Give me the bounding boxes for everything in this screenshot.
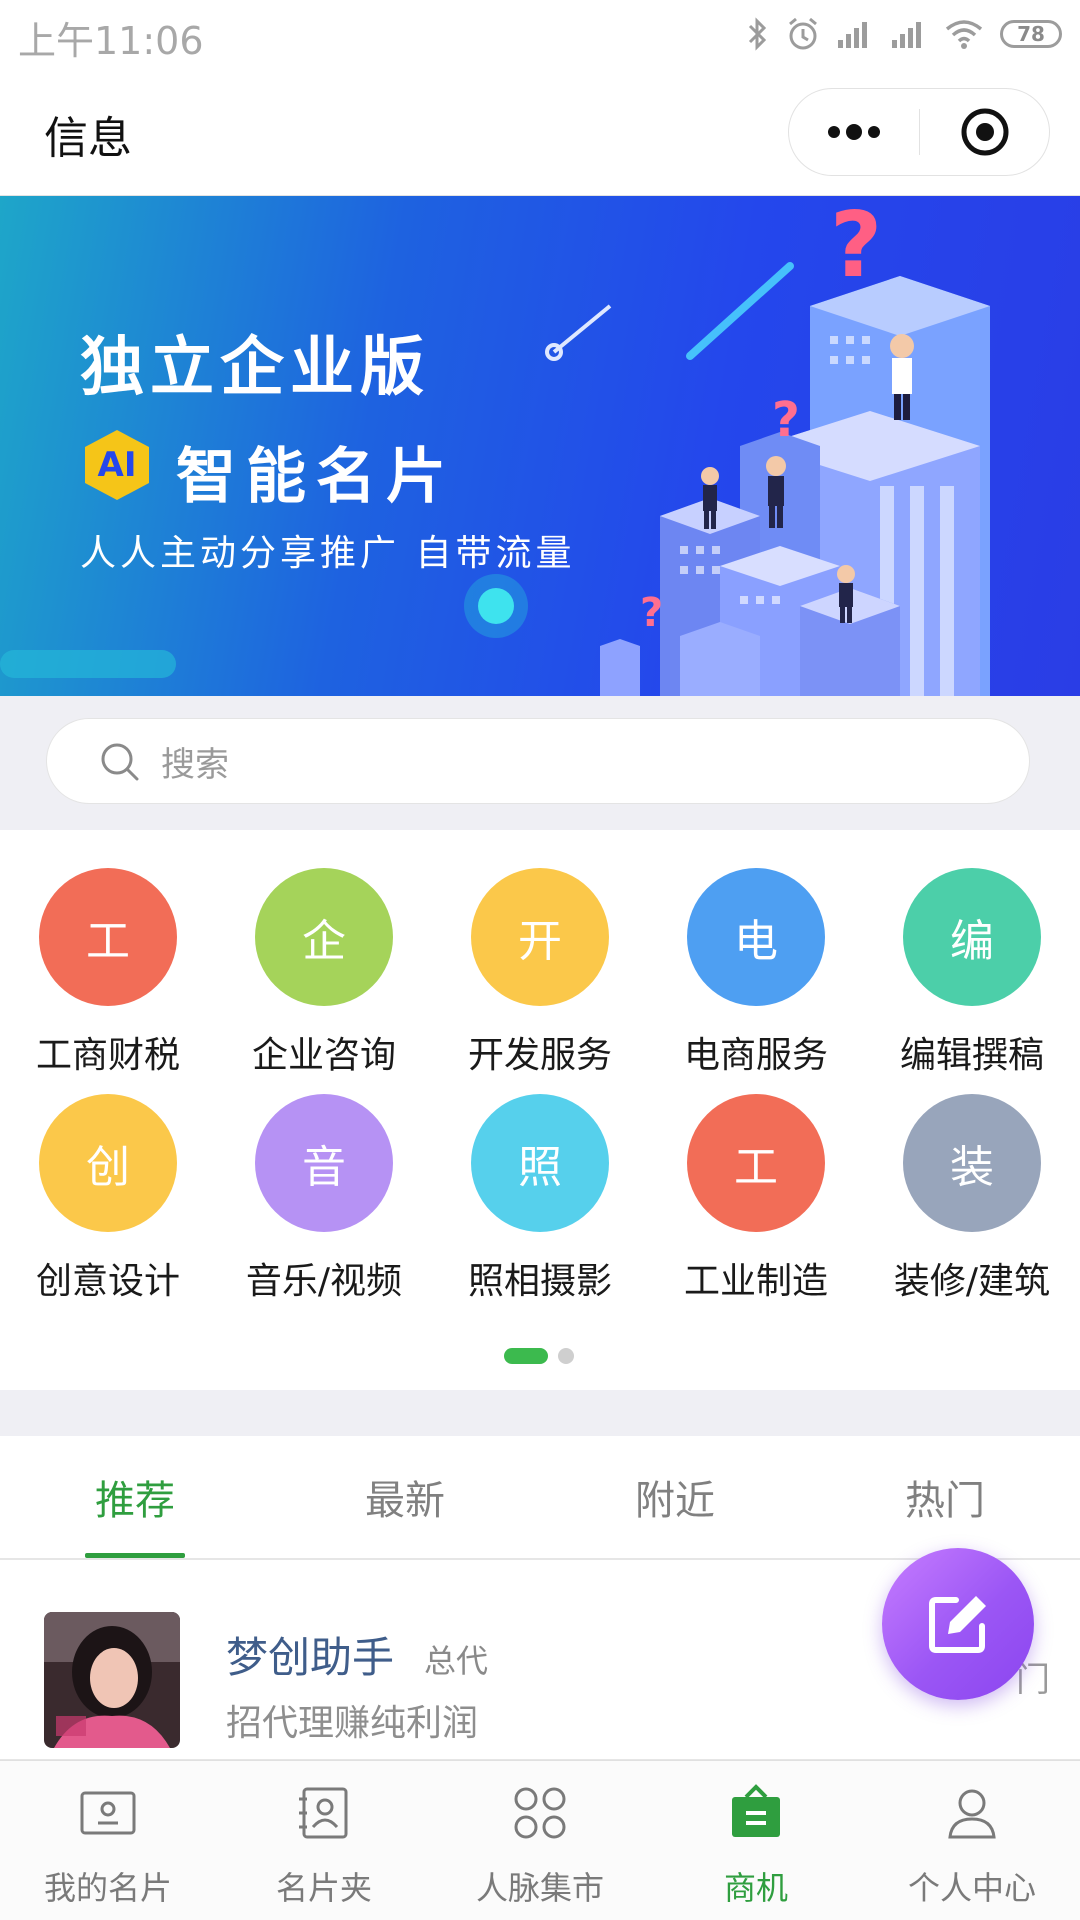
category-label: 工业制造: [683, 1261, 828, 1302]
tab-label: 热门: [905, 1478, 985, 1524]
close-button[interactable]: [920, 89, 1050, 175]
page-title: 信息: [44, 113, 132, 164]
page-dot-active[interactable]: [504, 1348, 548, 1364]
tab-recommend[interactable]: 推荐: [0, 1436, 270, 1558]
category-icon: 音: [255, 1094, 393, 1232]
status-icons: 78: [746, 14, 1062, 54]
category-item[interactable]: 电 电商服务: [648, 830, 864, 1076]
tab-latest[interactable]: 最新: [270, 1436, 540, 1558]
category-item[interactable]: 编 编辑撰稿: [864, 830, 1080, 1076]
category-item[interactable]: 音 音乐/视频: [216, 1056, 432, 1302]
bottom-tab-bar: 我的名片 名片夹 人脉集市 商机 个人中心: [0, 1760, 1080, 1920]
search-placeholder: 搜索: [161, 745, 229, 785]
banner-subtitle: 智能名片: [176, 442, 456, 512]
category-label: 装修/建筑: [893, 1261, 1051, 1302]
contact-role: 总代: [424, 1642, 489, 1680]
nav-label: 商机: [723, 1869, 788, 1907]
nav-business[interactable]: 商机: [648, 1761, 864, 1920]
contact-description: 招代理赚纯利润: [226, 1703, 479, 1744]
nav-label: 名片夹: [275, 1869, 372, 1907]
category-icon: 创: [39, 1094, 177, 1232]
nav-network-market[interactable]: 人脉集市: [432, 1761, 648, 1920]
nav-label: 人脉集市: [475, 1869, 604, 1907]
target-icon: [961, 108, 1009, 156]
search-input[interactable]: 搜索: [46, 718, 1030, 804]
nav-card-holder[interactable]: 名片夹: [216, 1761, 432, 1920]
app-screen: 上午11:06 78 信息 ? ? ? 独立企业版 AI 智能名片 人人主动分享…: [0, 0, 1080, 1920]
nav-label: 我的名片: [43, 1869, 172, 1907]
grid-icon: [514, 1787, 566, 1839]
tab-label: 推荐: [95, 1478, 175, 1524]
contact-name: 梦创助手: [226, 1633, 395, 1682]
wifi-icon: [945, 20, 983, 49]
tab-label: 附近: [635, 1478, 715, 1524]
category-item[interactable]: 工 工商财税: [0, 830, 216, 1076]
category-item[interactable]: 装 装修/建筑: [864, 1056, 1080, 1302]
category-item[interactable]: 创 创意设计: [0, 1056, 216, 1302]
banner-city-illustration: ? ? ?: [0, 196, 990, 696]
category-label: 创意设计: [35, 1261, 180, 1302]
battery-icon: 78: [1000, 20, 1062, 48]
more-icon: [828, 124, 880, 140]
svg-text:?: ?: [640, 590, 663, 636]
page-indicator: [0, 1348, 1080, 1368]
category-item[interactable]: 企 企业咨询: [216, 830, 432, 1076]
banner-title: 独立企业版: [80, 330, 430, 405]
ai-badge-icon: AI: [85, 430, 149, 500]
search-area: 搜索: [0, 696, 1080, 830]
category-item[interactable]: 工 工业制造: [648, 1056, 864, 1302]
signal-icon: [892, 22, 921, 48]
nav-label: 个人中心: [907, 1869, 1036, 1907]
card-icon: [80, 1791, 136, 1835]
category-item[interactable]: 照 照相摄影: [432, 1056, 648, 1302]
tab-nearby[interactable]: 附近: [540, 1436, 810, 1558]
status-bar: 上午11:06 78: [0, 0, 1080, 70]
signal-icon: [838, 22, 867, 48]
avatar-photo: [44, 1612, 180, 1748]
category-icon: 装: [903, 1094, 1041, 1232]
category-label: 照相摄影: [467, 1261, 612, 1302]
nav-profile[interactable]: 个人中心: [864, 1761, 1080, 1920]
svg-text:?: ?: [830, 196, 882, 298]
section-divider: [0, 1390, 1080, 1436]
promo-banner[interactable]: ? ? ? 独立企业版 AI 智能名片 人人主动分享推广 自带流量: [0, 196, 1080, 696]
category-icon: 编: [903, 868, 1041, 1006]
person-icon: [948, 1789, 996, 1839]
ai-badge-text: AI: [98, 445, 137, 485]
mini-program-capsule: [788, 88, 1050, 176]
category-icon: 电: [687, 868, 825, 1006]
category-icon: 工: [39, 868, 177, 1006]
status-time: 上午11:06: [18, 19, 204, 63]
compose-button[interactable]: [882, 1548, 1034, 1700]
category-icon: 照: [471, 1094, 609, 1232]
feed-tabs: 推荐 最新 附近 热门: [0, 1436, 1080, 1560]
tab-hot[interactable]: 热门: [810, 1436, 1080, 1558]
tab-active-indicator: [85, 1553, 185, 1558]
category-icon: 工: [687, 1094, 825, 1232]
category-item[interactable]: 开 开发服务: [432, 830, 648, 1076]
edit-icon: [929, 1596, 986, 1653]
bag-icon: [732, 1784, 780, 1837]
category-label: 音乐/视频: [245, 1261, 403, 1302]
nav-my-card[interactable]: 我的名片: [0, 1761, 216, 1920]
more-button[interactable]: [789, 89, 919, 175]
contacts-icon: [299, 1787, 348, 1839]
category-grid: 工 工商财税 企 企业咨询 开 开发服务 电 电商服务 编 编辑撰稿 创 创意设…: [0, 830, 1080, 1390]
banner-slogan: 人人主动分享推广 自带流量: [80, 533, 576, 574]
alarm-icon: [789, 17, 817, 50]
page-dot[interactable]: [558, 1348, 574, 1364]
tab-label: 最新: [365, 1478, 445, 1524]
title-bar: 信息: [0, 70, 1080, 196]
bluetooth-icon: [748, 17, 767, 51]
category-icon: 开: [471, 868, 609, 1006]
search-icon: [101, 743, 139, 781]
category-icon: 企: [255, 868, 393, 1006]
svg-text:?: ?: [772, 392, 800, 448]
avatar[interactable]: [44, 1612, 180, 1748]
